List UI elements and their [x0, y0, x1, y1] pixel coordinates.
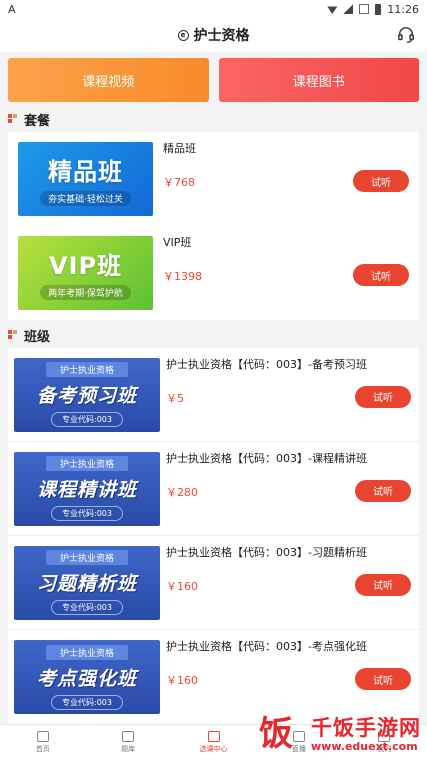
class-name: 护士执业资格【代码：003】-备考预习班 [166, 357, 367, 371]
trial-button[interactable]: 试听 [355, 479, 411, 502]
course-books-button[interactable]: 课程图书 [218, 58, 419, 102]
thumb-title: VIP班 [48, 252, 123, 280]
thumb-top-label: 护士执业资格 [45, 456, 128, 471]
class-thumbnail: 护士执业资格 习题精析班 专业代码:003 [14, 545, 160, 620]
battery-icon [375, 3, 382, 15]
package-thumbnail: 精品班 夯实基础·轻松过关 [18, 142, 153, 216]
class-thumbnail: 护士执业资格 课程精讲班 专业代码:003 [14, 451, 160, 526]
watermark-logo: 饭 [259, 714, 293, 754]
package-item[interactable]: VIP班 两年考期·保驾护航 VIP班 ￥1398 试听 [8, 226, 419, 320]
question-bank-icon [122, 731, 135, 742]
nav-question-bank[interactable]: 题库 [85, 725, 170, 760]
class-info: 护士执业资格【代码：003】-习题精析班 ￥160 试听 [166, 546, 411, 620]
package-item[interactable]: 精品班 夯实基础·轻松过关 精品班 ￥768 试听 [8, 132, 419, 226]
status-time: 11:26 [387, 2, 419, 16]
thumb-top-label: 护士执业资格 [45, 550, 128, 565]
package-info: VIP班 ￥1398 试听 [163, 236, 409, 310]
class-item[interactable]: 护士执业资格 课程精讲班 专业代码:003 护士执业资格【代码：003】-课程精… [8, 442, 419, 536]
watermark-text: 千饭手游网 www.eduext.com [311, 716, 421, 753]
thumb-code: 专业代码:003 [51, 600, 123, 615]
class-info: 护士执业资格【代码：003】-课程精讲班 ￥280 试听 [166, 452, 411, 526]
wifi-icon [327, 6, 338, 14]
circle-e-icon: e [177, 29, 189, 41]
package-price: ￥768 [163, 176, 195, 189]
class-list: 护士执业资格 备考预习班 专业代码:003 护士执业资格【代码：003】-备考预… [8, 348, 419, 724]
class-section-header: 班级 [0, 322, 427, 348]
class-name: 护士执业资格【代码：003】-课程精讲班 [166, 451, 367, 465]
thumb-code: 专业代码:003 [51, 412, 123, 427]
class-price: ￥160 [166, 674, 198, 687]
package-name: VIP班 [163, 236, 192, 249]
class-thumbnail: 护士执业资格 考点强化班 专业代码:003 [14, 640, 160, 714]
thumb-title: 精品班 [48, 158, 123, 186]
class-thumbnail: 护士执业资格 备考预习班 专业代码:003 [14, 357, 160, 432]
status-right: 11:26 [327, 3, 419, 16]
trial-button[interactable]: 试听 [355, 385, 411, 408]
watermark-title: 千饭手游网 [311, 715, 421, 740]
watermark-url: www.eduext.com [311, 739, 418, 753]
section-grid-icon [8, 330, 18, 340]
page-title: 护士资格 [193, 28, 250, 44]
thumb-top-label: 护士执业资格 [45, 644, 128, 660]
status-bar: A 11:26 [0, 0, 427, 18]
thumb-top-label: 护士执业资格 [45, 362, 128, 377]
trial-button[interactable]: 试听 [355, 573, 411, 596]
page-title-wrap: e 护士资格 [177, 25, 250, 45]
thumb-title: 考点强化班 [36, 667, 137, 690]
nav-home[interactable]: 首页 [0, 725, 85, 760]
package-name: 精品班 [163, 142, 196, 155]
signal-icon [343, 4, 354, 14]
app-header: e 护士资格 [0, 18, 427, 52]
trial-button[interactable]: 试听 [353, 170, 409, 192]
site-watermark: 饭 千饭手游网 www.eduext.com [259, 714, 421, 754]
thumb-title: 课程精讲班 [36, 479, 137, 501]
class-price: ￥160 [166, 579, 198, 593]
class-section-title: 班级 [24, 329, 51, 345]
trial-button[interactable]: 试听 [355, 668, 411, 690]
package-thumbnail: VIP班 两年考期·保驾护航 [18, 236, 153, 310]
headset-icon[interactable] [397, 26, 415, 44]
nav-course-center[interactable]: 选课中心 [171, 725, 256, 760]
section-grid-icon [8, 114, 18, 124]
class-info: 护士执业资格【代码：003】-备考预习班 ￥5 试听 [166, 358, 411, 432]
class-item[interactable]: 护士执业资格 备考预习班 专业代码:003 护士执业资格【代码：003】-备考预… [8, 348, 419, 442]
package-section-title: 套餐 [24, 113, 51, 129]
top-buttons: 课程视频 课程图书 [0, 52, 427, 106]
nav-home-label: 首页 [35, 745, 50, 753]
thumb-title: 习题精析班 [36, 573, 137, 595]
sim-icon [359, 4, 370, 14]
class-item[interactable]: 护士执业资格 习题精析班 专业代码:003 护士执业资格【代码：003】-习题精… [8, 536, 419, 630]
thumb-subtitle: 夯实基础·轻松过关 [40, 191, 131, 206]
trial-button[interactable]: 试听 [353, 264, 409, 286]
home-icon [36, 731, 49, 742]
class-price: ￥280 [166, 485, 198, 499]
class-name: 护士执业资格【代码：003】-习题精析班 [166, 545, 367, 559]
package-list: 精品班 夯实基础·轻松过关 精品班 ￥768 试听 VIP班 两年考期·保驾护航… [8, 132, 419, 320]
class-item[interactable]: 护士执业资格 考点强化班 专业代码:003 护士执业资格【代码：003】-考点强… [8, 630, 419, 724]
package-info: 精品班 ￥768 试听 [163, 142, 409, 216]
package-section-header: 套餐 [0, 106, 427, 132]
course-video-button[interactable]: 课程视频 [8, 58, 209, 102]
status-app-icon: A [8, 2, 16, 16]
nav-course-center-label: 选课中心 [199, 745, 228, 753]
class-price: ￥5 [166, 391, 184, 405]
class-info: 护士执业资格【代码：003】-考点强化班 ￥160 试听 [166, 640, 411, 714]
thumb-title: 备考预习班 [36, 385, 137, 407]
thumb-code: 专业代码:003 [51, 694, 123, 710]
course-center-icon [207, 731, 220, 742]
thumb-code: 专业代码:003 [51, 506, 123, 521]
nav-question-bank-label: 题库 [121, 745, 136, 753]
thumb-subtitle: 两年考期·保驾护航 [40, 285, 131, 300]
class-name: 护士执业资格【代码：003】-考点强化班 [166, 640, 367, 653]
package-price: ￥1398 [163, 270, 202, 283]
